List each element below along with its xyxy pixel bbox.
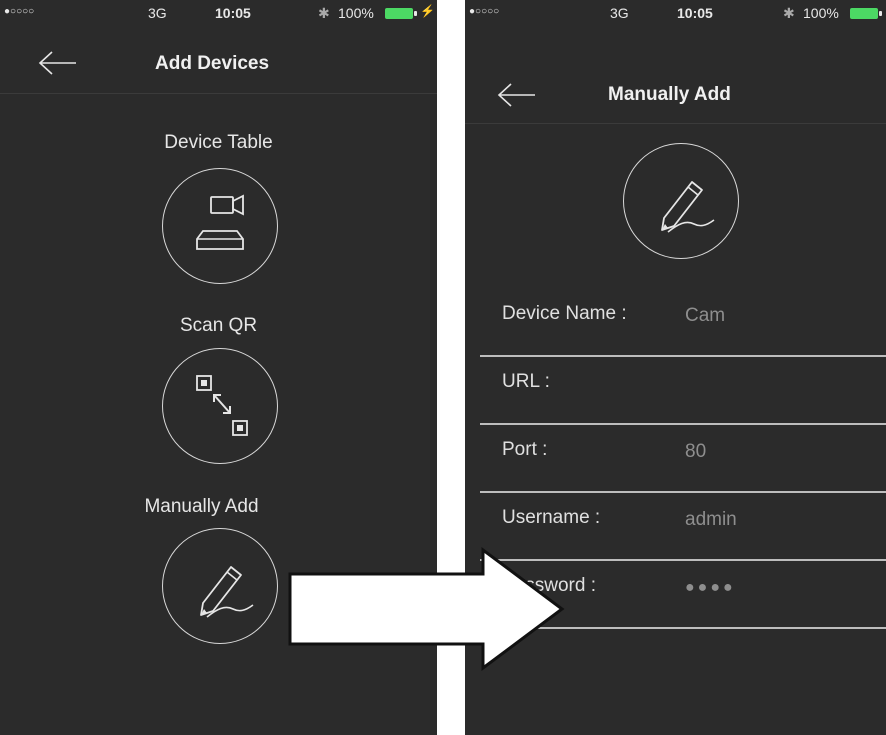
right-arrow-overlay [288, 547, 565, 671]
